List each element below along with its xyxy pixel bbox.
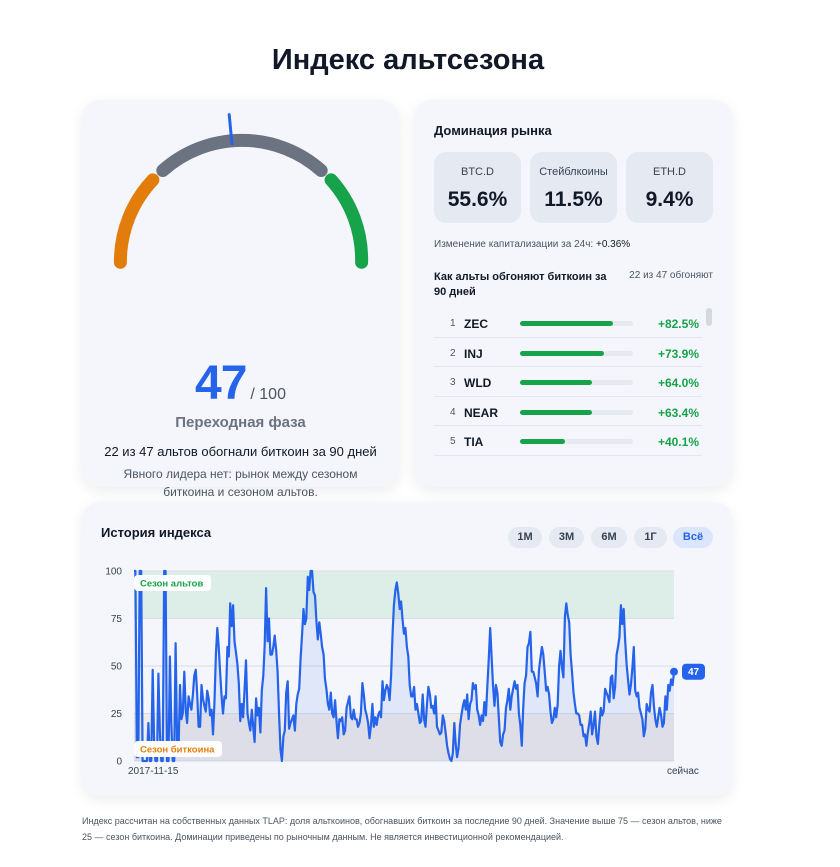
outperform-summary: 22 из 47 альтов обогнали биткоин за 90 д… <box>104 444 377 459</box>
y-tick-label: 0 <box>116 757 122 768</box>
dominance-box-stablecoins: Стейблкоины 11.5% <box>530 152 617 223</box>
coin-symbol: WLD <box>464 376 492 390</box>
market-dominance-card: Доминация рынка BTC.D 55.6% Стейблкоины … <box>414 100 732 487</box>
list-item: 4 NEAR +63.4% <box>434 397 702 426</box>
rank: 2 <box>450 347 456 359</box>
rank: 3 <box>450 377 456 388</box>
cap-change: Изменение капитализации за 24ч: +0.36% <box>434 239 630 250</box>
gauge-arc-bitcoin-season <box>113 173 160 269</box>
dominance-box-btc: BTC.D 55.6% <box>434 152 521 223</box>
current-value-label: 47 <box>688 667 700 678</box>
progress-bar <box>520 380 593 385</box>
outperformers-list[interactable]: 1 ZEC +82.5% 2 INJ +73.9% 3 WLD +64.0% 4… <box>434 308 702 458</box>
race-count: 22 из 47 обгоняют <box>629 270 713 281</box>
bitcoin-season-label-text: Сезон биткоина <box>140 745 215 756</box>
dominance-value: 11.5% <box>544 188 603 211</box>
rank: 5 <box>450 436 456 447</box>
dominance-label: BTC.D <box>461 166 494 178</box>
list-item: 3 WLD +64.0% <box>434 367 702 397</box>
index-history-card: История индекса 1М 3М 6М 1Г Всё 100 75 50 2… <box>82 502 732 796</box>
gauge-arc-transition <box>156 133 328 177</box>
bitcoin-season-label: Сезон биткоина <box>134 741 222 757</box>
change-percent: +40.1% <box>657 435 699 449</box>
x-axis-start-label: 2017-11-15 <box>128 766 179 777</box>
progress-track <box>520 380 633 385</box>
dominance-value: 9.4% <box>645 188 694 211</box>
progress-track <box>520 439 633 444</box>
coin-symbol: ZEC <box>464 317 488 331</box>
index-max: / 100 <box>250 386 286 403</box>
list-item: 5 TIA +40.1% <box>434 426 702 456</box>
gauge-value: 47/ 100 <box>82 356 399 411</box>
gauge-arc-alt-season <box>324 173 369 269</box>
y-tick-label: 75 <box>111 614 123 625</box>
change-percent: +63.4% <box>657 405 699 420</box>
current-value-dot <box>670 667 678 676</box>
change-percent: +82.5% <box>657 317 699 331</box>
y-tick-label: 100 <box>105 567 122 578</box>
cap-change-value: +0.36% <box>596 239 631 250</box>
rank: 4 <box>450 406 456 418</box>
dominance-box-eth: ETH.D 9.4% <box>626 152 713 223</box>
alt-season-zone <box>134 571 674 619</box>
history-chart[interactable]: 100 75 50 25 0 Сезон альтов Сезон биткоина 2… <box>82 502 732 796</box>
list-item: 1 ZEC +82.5% <box>434 308 702 338</box>
dominance-label: Стейблкоины <box>539 166 608 178</box>
coin-symbol: INJ <box>464 346 483 361</box>
altseason-gauge-card: 47/ 100 Переходная фаза 22 из 47 альтов … <box>82 100 399 520</box>
coin-symbol: NEAR <box>464 405 499 420</box>
progress-bar <box>520 321 614 326</box>
list-scrollbar[interactable] <box>706 308 712 326</box>
coin-symbol: TIA <box>464 435 484 449</box>
list-item: 2 INJ +73.9% <box>434 338 702 367</box>
rank: 1 <box>450 318 456 329</box>
progress-bar <box>520 439 566 444</box>
gauge-dial <box>113 113 369 269</box>
index-value: 47 <box>195 357 247 410</box>
alt-season-label: Сезон альтов <box>134 575 211 591</box>
dominance-value: 55.6% <box>447 188 508 211</box>
progress-track <box>520 409 633 415</box>
change-percent: +64.0% <box>657 376 699 390</box>
phase-description: Явного лидера нет: рынок между сезоном б… <box>123 467 358 499</box>
cap-change-label: Изменение капитализации за 24ч: <box>434 239 594 250</box>
dominance-label: ETH.D <box>653 166 686 178</box>
dominance-title: Доминация рынка <box>434 123 552 138</box>
progress-track <box>520 321 633 326</box>
phase-label: Переходная фаза <box>175 414 306 431</box>
y-tick-label: 50 <box>111 662 123 673</box>
progress-bar <box>520 409 592 415</box>
alt-season-label-text: Сезон альтов <box>140 579 203 590</box>
progress-track <box>520 350 633 356</box>
progress-bar <box>520 350 604 356</box>
footnote: Индекс рассчитан на собственных данных T… <box>82 816 722 842</box>
race-title: Как альты обгоняют биткоин за 90 дней <box>434 271 607 298</box>
change-percent: +73.9% <box>657 346 699 361</box>
y-tick-label: 25 <box>111 709 123 720</box>
x-axis-end-label: сейчас <box>667 766 699 777</box>
page-title: Индекс альтсезона <box>271 44 545 76</box>
